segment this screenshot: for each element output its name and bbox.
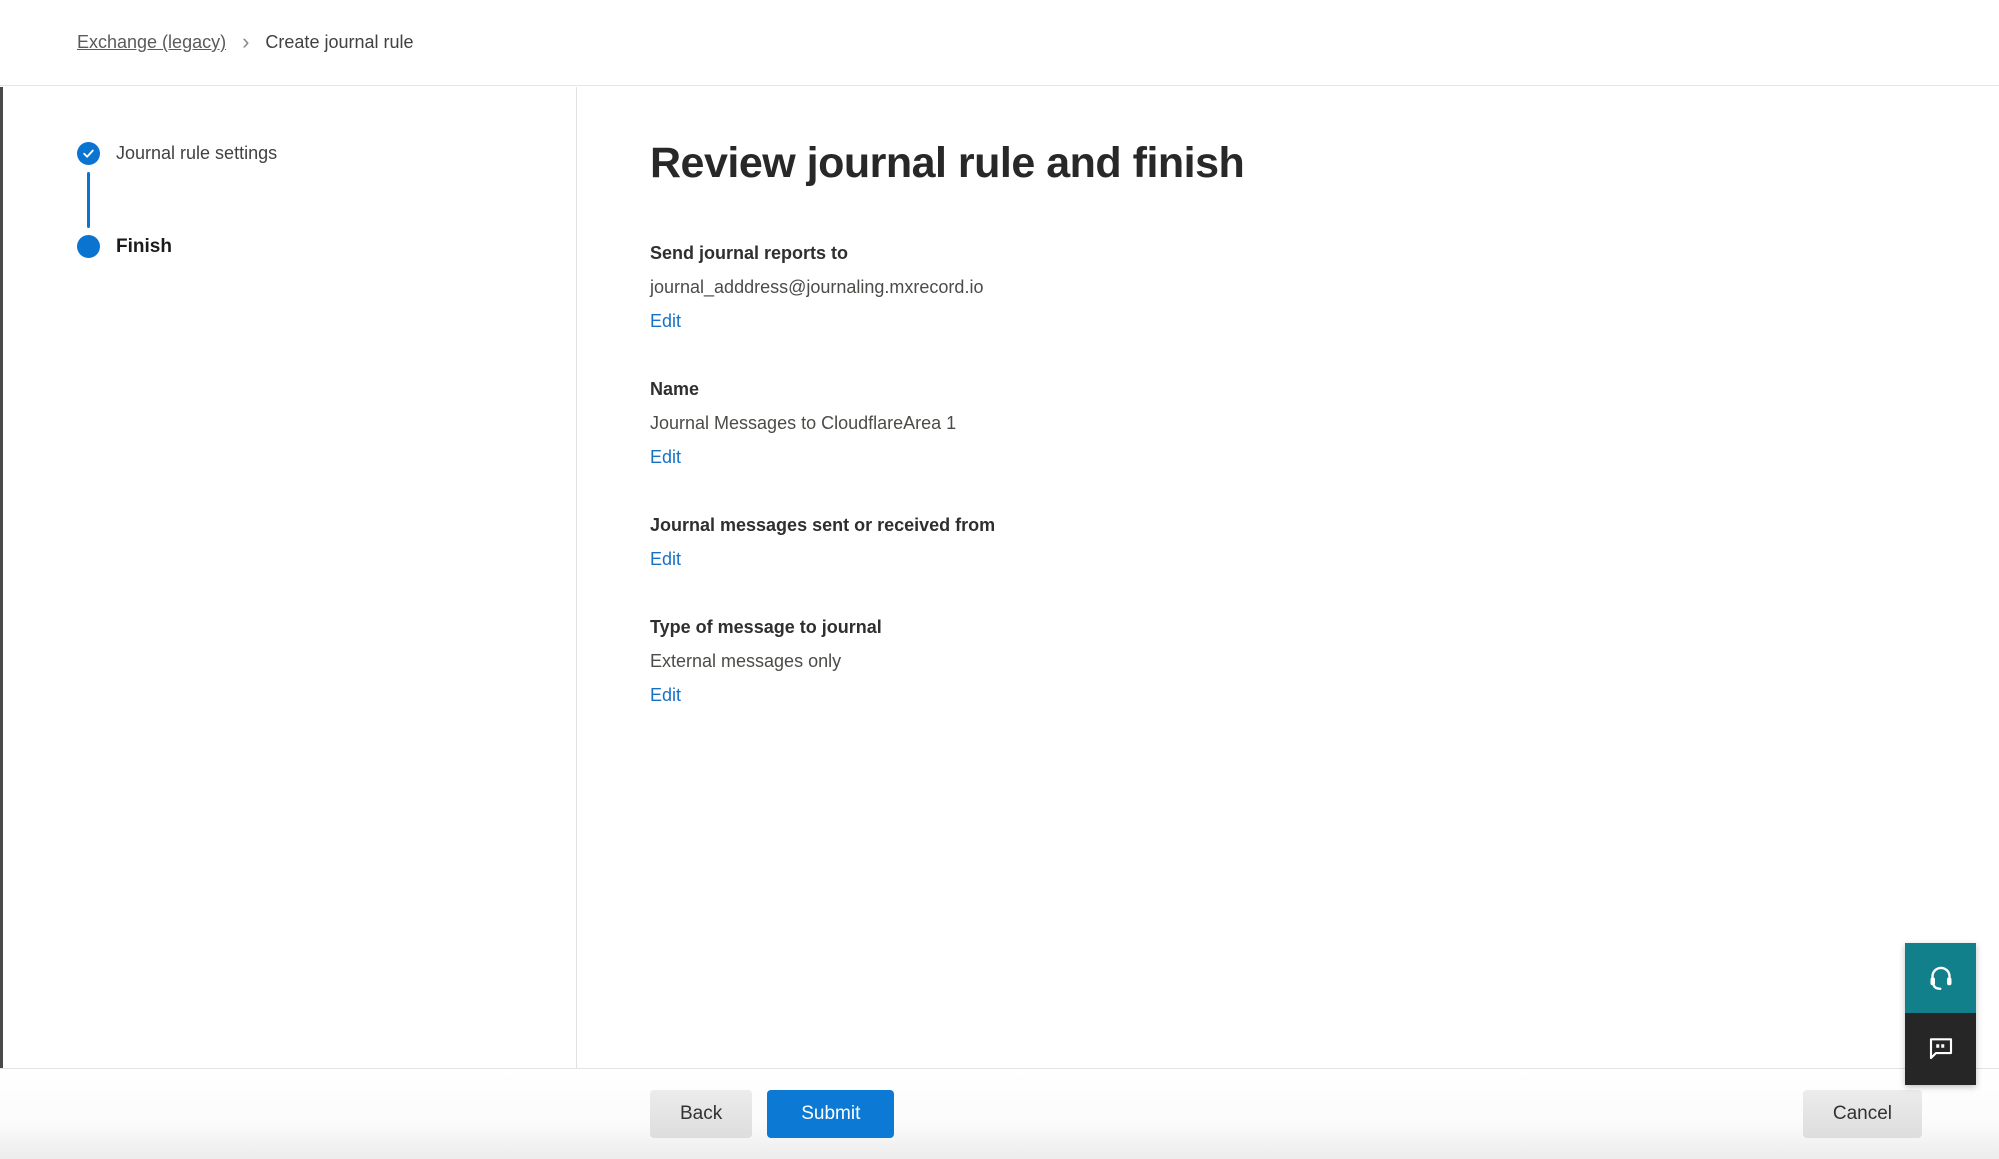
breadcrumb-link-exchange-legacy[interactable]: Exchange (legacy) [77,32,226,53]
review-section-message-type: Type of message to journal External mess… [650,617,1939,706]
breadcrumb: Exchange (legacy) › Create journal rule [77,32,414,54]
exchange-admin-window: { "breadcrumb": { "separator": "›", "ite… [0,0,1999,1159]
step-current-dot-icon [77,235,100,258]
cancel-button[interactable]: Cancel [1803,1090,1922,1138]
breadcrumb-bar: Exchange (legacy) › Create journal rule [0,0,1999,86]
step-completed-check-icon [77,142,100,165]
edit-message-type-link[interactable]: Edit [650,685,681,706]
section-value: Journal Messages to CloudflareArea 1 [650,413,1939,434]
chevron-right-icon: › [242,31,249,53]
section-heading: Type of message to journal [650,617,1939,638]
review-section-journal-messages-scope: Journal messages sent or received from E… [650,515,1939,570]
floating-side-buttons [1905,943,1976,1085]
back-button[interactable]: Back [650,1090,752,1138]
edit-journal-messages-scope-link[interactable]: Edit [650,549,681,570]
step-connector-line [87,172,90,228]
wizard-step-finish[interactable]: Finish [77,235,576,258]
edit-send-journal-reports-link[interactable]: Edit [650,311,681,332]
section-heading: Name [650,379,1939,400]
review-section-name: Name Journal Messages to CloudflareArea … [650,379,1939,468]
section-heading: Send journal reports to [650,243,1939,264]
feedback-button[interactable] [1905,1013,1976,1085]
page-title: Review journal rule and finish [650,139,1939,188]
breadcrumb-current-page: Create journal rule [265,32,413,53]
wizard-step-journal-rule-settings[interactable]: Journal rule settings [77,142,576,165]
footer-action-bar: Back Submit Cancel [0,1068,1999,1159]
review-section-send-journal-reports-to: Send journal reports to journal_adddress… [650,243,1939,332]
section-value: journal_adddress@journaling.mxrecord.io [650,277,1939,298]
step-label-journal-rule-settings: Journal rule settings [116,143,277,164]
headset-icon [1926,962,1956,995]
review-panel: Review journal rule and finish Send jour… [578,87,1999,1068]
submit-button[interactable]: Submit [767,1090,894,1138]
chat-bubble-icon [1926,1033,1956,1066]
section-value: External messages only [650,651,1939,672]
section-heading: Journal messages sent or received from [650,515,1939,536]
window-left-edge [0,87,3,1068]
help-button[interactable] [1905,943,1976,1013]
edit-name-link[interactable]: Edit [650,447,681,468]
wizard-steps-sidebar: Journal rule settings Finish [0,87,577,1068]
step-label-finish: Finish [116,236,172,258]
